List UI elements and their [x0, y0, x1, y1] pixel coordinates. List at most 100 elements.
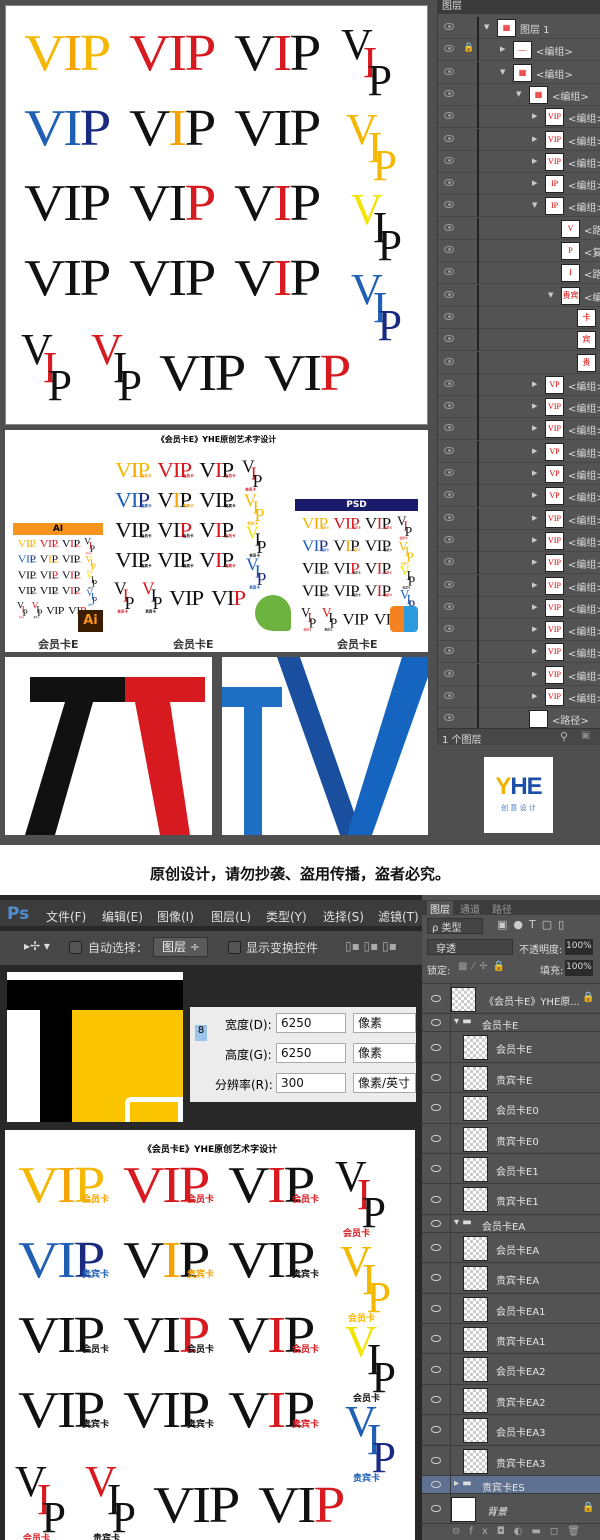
eye-icon[interactable] — [444, 580, 454, 588]
folder-icon[interactable]: ▾ ▬ — [454, 1217, 472, 1228]
expand-arrow-icon[interactable]: ▼ — [500, 68, 505, 76]
width-input[interactable]: 6250 — [276, 1013, 346, 1033]
tab-layers[interactable]: 图层 — [427, 901, 453, 916]
ai-layer-row[interactable]: ▶ VIP <编组> — [438, 663, 600, 686]
eye-icon[interactable] — [431, 1335, 441, 1343]
filter-icons[interactable]: ▣●T▢▯ — [497, 918, 570, 931]
ai-layer-row[interactable]: ▼ ▦ 图层 1 — [438, 17, 600, 39]
menu-file[interactable]: 文件(F) — [46, 908, 86, 925]
constrain-link-icon[interactable]: 8 — [195, 1025, 207, 1041]
resolution-unit-select[interactable]: 像素/英寸 — [353, 1073, 416, 1093]
eye-icon[interactable] — [431, 1043, 441, 1051]
eye-icon[interactable] — [444, 379, 454, 387]
eye-icon[interactable] — [444, 469, 454, 476]
layer-row[interactable]: 贵宾卡E — [422, 1062, 600, 1094]
eye-icon[interactable] — [444, 714, 454, 722]
eye-icon[interactable] — [431, 1395, 441, 1403]
eye-icon[interactable] — [431, 1505, 441, 1513]
eye-icon[interactable] — [431, 1365, 441, 1373]
ai-layer-row[interactable]: ▶ VIP <编组> — [438, 619, 600, 642]
menu-edit[interactable]: 编辑(E) — [102, 908, 143, 925]
layer-row[interactable]: 《会员卡E》YHE原... 🔒 — [422, 984, 600, 1015]
eye-icon[interactable] — [431, 1304, 441, 1312]
ai-layer-row[interactable]: ▼ ▦ <编组> — [438, 61, 600, 84]
layer-row[interactable]: 贵宾卡EA3 — [422, 1445, 600, 1476]
eye-icon[interactable] — [444, 602, 454, 610]
collapse-arrow-icon[interactable]: ▶ — [532, 603, 537, 611]
eye-icon[interactable] — [444, 647, 454, 655]
ai-layer-row[interactable]: ▶ VIP <编组> — [438, 106, 600, 129]
layer-row[interactable]: 贵宾卡E0 — [422, 1123, 600, 1154]
eye-icon[interactable] — [431, 1243, 441, 1251]
align-icons[interactable]: ▯▪ ▯▪ ▯▪ — [345, 939, 397, 953]
eye-icon[interactable] — [431, 1219, 441, 1227]
eye-icon[interactable] — [444, 625, 454, 633]
eye-icon[interactable] — [431, 1073, 441, 1081]
eye-icon[interactable] — [431, 1481, 441, 1488]
eye-icon[interactable] — [444, 669, 454, 677]
eye-icon[interactable] — [444, 179, 454, 187]
eye-icon[interactable] — [444, 45, 454, 53]
ai-layers-tab[interactable]: 图层 — [438, 0, 600, 14]
photoshop-artboard[interactable]: 《会员卡E》YHE原创艺术字设计 VIP 会员卡 VIP 会员卡 VIP 会员卡 VIP 会员… — [5, 1130, 415, 1540]
resolution-input[interactable]: 300 — [276, 1073, 346, 1093]
layer-row[interactable]: 贵宾卡E1 — [422, 1184, 600, 1215]
collapse-arrow-icon[interactable]: ▶ — [532, 157, 537, 165]
auto-select-dropdown[interactable]: 图层 ÷ — [153, 937, 208, 957]
layer-row[interactable]: 会员卡EA — [422, 1232, 600, 1264]
ai-layer-row[interactable]: ▶ VP <编组> — [438, 463, 600, 485]
ai-layer-row[interactable]: ▶ VIP <编组> — [438, 529, 600, 552]
collapse-arrow-icon[interactable]: ▶ — [532, 179, 537, 187]
eye-icon[interactable] — [444, 513, 454, 521]
eye-icon[interactable] — [444, 23, 454, 30]
ai-layer-row[interactable]: ▶ VIP <编组> — [438, 574, 600, 597]
eye-icon[interactable] — [431, 1456, 441, 1464]
folder-icon[interactable]: ▾ ▬ — [454, 1016, 472, 1027]
eye-icon[interactable] — [444, 201, 454, 209]
height-unit-select[interactable]: 像素 — [353, 1043, 416, 1063]
eye-icon[interactable] — [444, 112, 454, 120]
ai-layer-row[interactable]: ▶ VP <编组> — [438, 373, 600, 396]
show-transform-checkbox[interactable] — [228, 941, 241, 954]
collapse-arrow-icon[interactable]: ▶ — [532, 447, 537, 455]
expand-arrow-icon[interactable]: ▼ — [532, 201, 537, 209]
layer-group-row[interactable]: ▾ ▬ 会员卡E — [422, 1014, 600, 1033]
eye-icon[interactable] — [431, 1134, 441, 1142]
eye-icon[interactable] — [444, 357, 454, 365]
eye-icon[interactable] — [431, 1274, 441, 1282]
eye-icon[interactable] — [444, 335, 454, 343]
opacity-input[interactable]: 100% — [565, 939, 593, 955]
blend-mode-select[interactable]: 穿透 — [427, 939, 513, 955]
eye-icon[interactable] — [444, 223, 454, 231]
ai-layer-row[interactable]: ▶ VIP <编组> — [438, 396, 600, 419]
ai-layer-row[interactable]: 贵 — [438, 351, 600, 374]
fill-input[interactable]: 100% — [565, 960, 593, 976]
layer-row[interactable]: 会员卡EA3 — [422, 1415, 600, 1446]
ai-layer-row[interactable]: ▶ VIP <编组> — [438, 552, 600, 575]
eye-icon[interactable] — [431, 1426, 441, 1434]
tab-paths[interactable]: 路径 — [492, 901, 512, 916]
layer-footer-icons[interactable]: ⊝fx◘◐▬◻🗑 — [452, 1526, 600, 1537]
expand-arrow-icon[interactable]: ▼ — [484, 23, 489, 31]
layer-row[interactable]: 会员卡E — [422, 1032, 600, 1063]
ai-layer-row[interactable]: ▶ VP <编组> — [438, 440, 600, 463]
collapse-arrow-icon[interactable]: ▶ — [532, 692, 537, 700]
ai-layer-row[interactable]: ▶ VIP <编组> — [438, 418, 600, 441]
auto-select-checkbox[interactable] — [69, 941, 82, 954]
menu-layer[interactable]: 图层(L) — [211, 908, 251, 925]
ai-layer-row[interactable]: 🔒 ▶ — <编组> — [438, 39, 600, 62]
eye-icon[interactable] — [431, 995, 441, 1003]
menu-filter[interactable]: 滤镜(T) — [378, 908, 419, 925]
layer-row[interactable]: 贵宾卡EA — [422, 1263, 600, 1294]
collapse-arrow-icon[interactable]: ▶ — [532, 424, 537, 432]
layer-row[interactable]: 会员卡EA2 — [422, 1354, 600, 1385]
collapse-arrow-icon[interactable]: ▶ — [532, 112, 537, 120]
ai-layer-row[interactable]: ▶ VIP <编组> — [438, 686, 600, 708]
eye-icon[interactable] — [444, 692, 454, 699]
ai-layer-row[interactable]: ▶ VIP <编组> — [438, 150, 600, 173]
collapse-arrow-icon[interactable]: ▶ — [532, 469, 537, 477]
collapse-arrow-icon[interactable]: ▶ — [532, 581, 537, 589]
collapse-arrow-icon[interactable]: ▶ — [532, 670, 537, 678]
layer-row[interactable]: 贵宾卡EA1 — [422, 1324, 600, 1355]
collapse-arrow-icon[interactable]: ▶ — [532, 647, 537, 655]
